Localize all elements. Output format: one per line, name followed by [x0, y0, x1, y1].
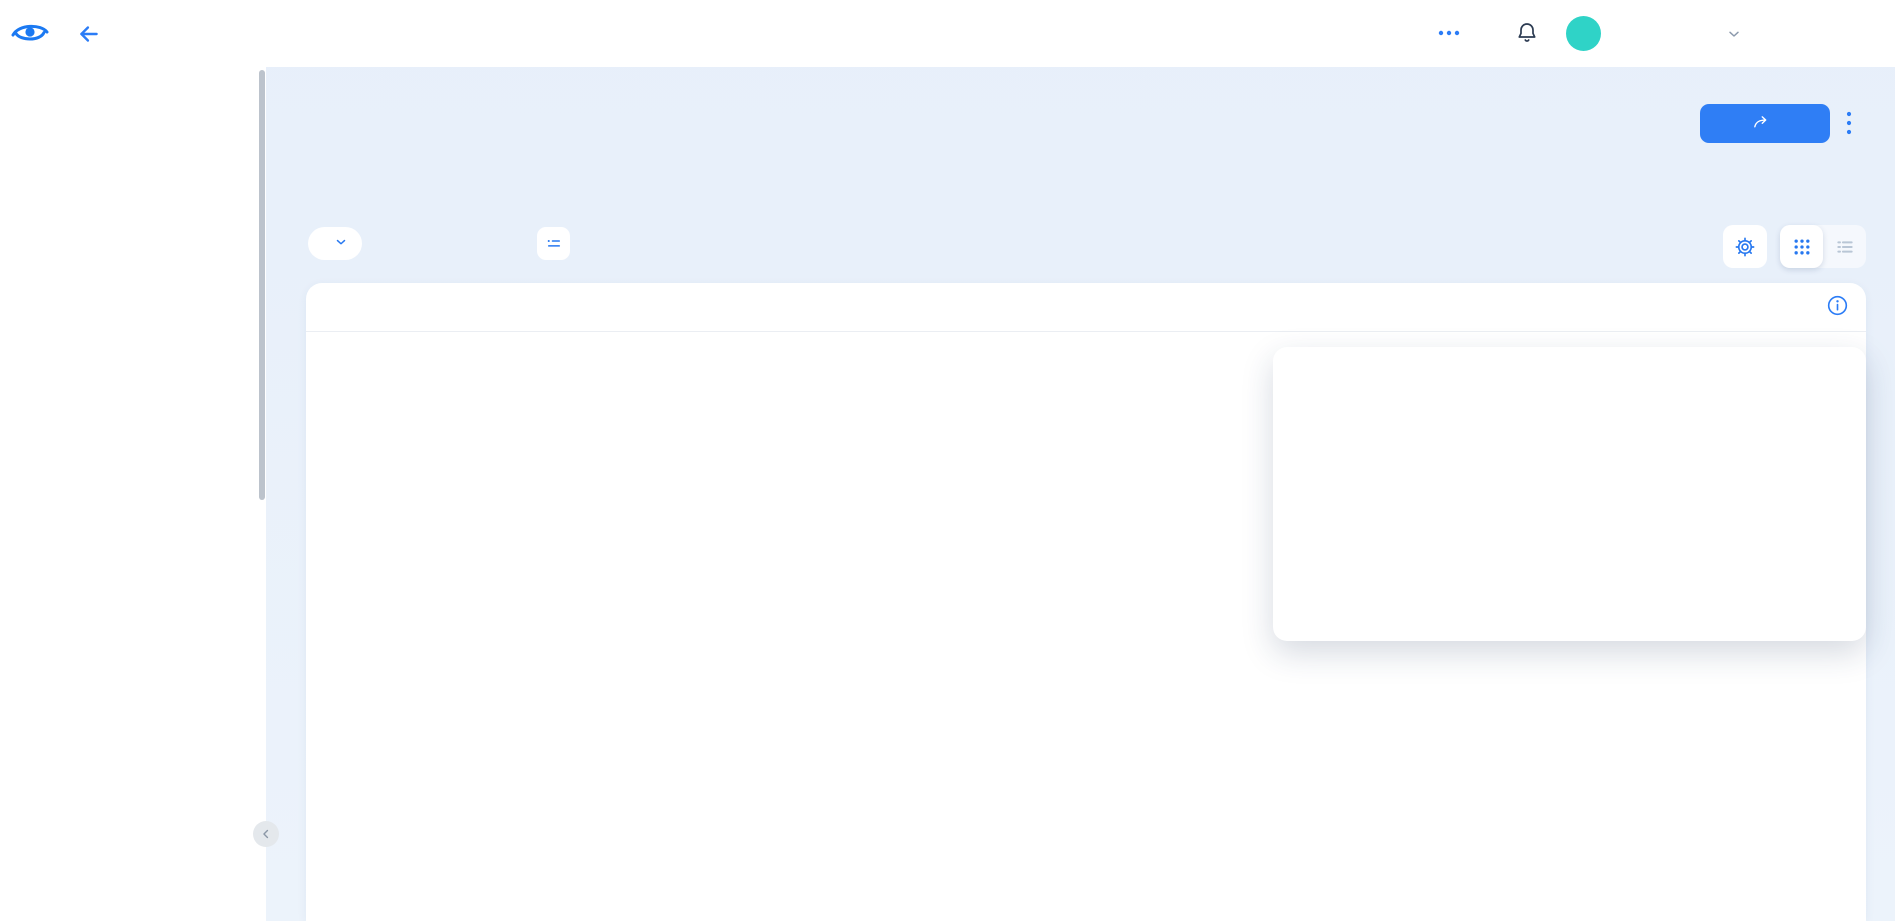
sidebar-collapse-button[interactable]	[253, 821, 279, 847]
process-select[interactable]	[308, 227, 362, 260]
notifications-bell-icon[interactable]	[1515, 21, 1539, 46]
user-chevron-down-icon[interactable]	[1726, 26, 1742, 42]
legend-left-column	[1287, 357, 1537, 367]
page-menu-kebab-icon[interactable]	[1842, 109, 1856, 137]
top-bar	[0, 0, 1895, 67]
avatar[interactable]	[1566, 16, 1601, 51]
sort-button[interactable]	[537, 227, 570, 260]
sidebar	[0, 67, 266, 921]
settings-gear-icon[interactable]	[1723, 225, 1767, 268]
export-button[interactable]	[1700, 104, 1830, 143]
page	[0, 0, 1895, 921]
list-view-icon	[1835, 237, 1855, 257]
process-chevron-down-icon	[334, 235, 348, 252]
grid-view-icon	[1792, 237, 1812, 257]
legend-right-column	[1550, 357, 1850, 371]
legend-panel	[1273, 347, 1866, 641]
grid-view-button[interactable]	[1780, 225, 1823, 268]
view-toggle	[1780, 225, 1866, 268]
list-view-button[interactable]	[1823, 225, 1866, 268]
top-nav	[0, 0, 1895, 67]
sidebar-scrollbar[interactable]	[259, 70, 265, 500]
export-icon	[1752, 114, 1769, 134]
nav-more-button[interactable]	[1436, 23, 1462, 43]
